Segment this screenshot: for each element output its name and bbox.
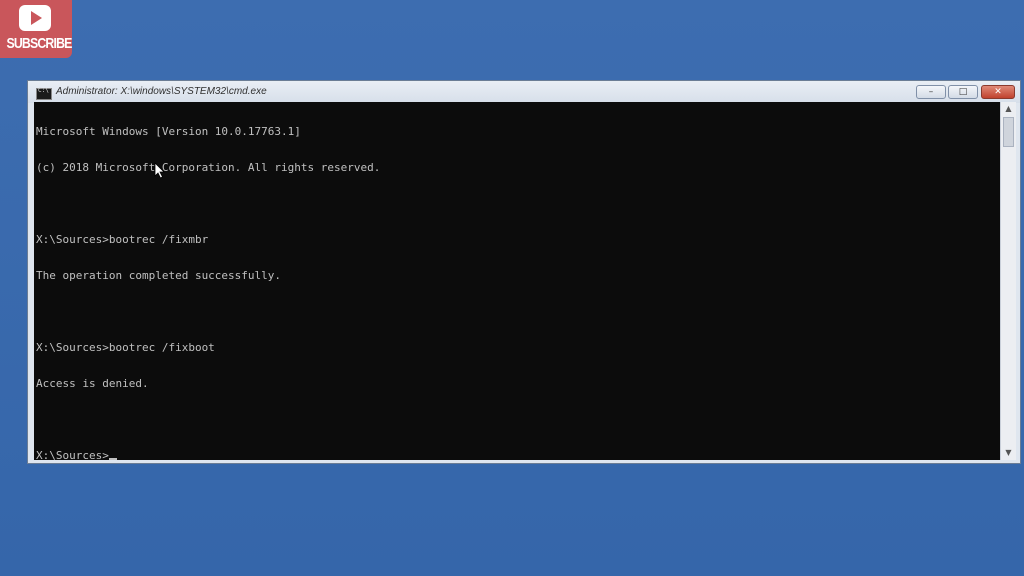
console-line: X:\Sources>bootrec /fixmbr — [36, 233, 209, 246]
play-icon — [19, 5, 51, 31]
cmd-icon[interactable] — [36, 87, 52, 100]
console-line: Microsoft Windows [Version 10.0.17763.1] — [36, 125, 301, 138]
subscribe-badge[interactable]: SUBSCRIBE — [0, 0, 72, 58]
command-prompt-line[interactable]: X:\Sources> — [36, 450, 380, 460]
cmd-window[interactable]: Administrator: X:\windows\SYSTEM32\cmd.e… — [27, 80, 1021, 464]
scroll-thumb[interactable] — [1003, 117, 1014, 147]
window-title: Administrator: X:\windows\SYSTEM32\cmd.e… — [56, 86, 267, 97]
maximize-button[interactable]: □ — [948, 85, 978, 99]
console-text: Microsoft Windows [Version 10.0.17763.1]… — [36, 102, 380, 460]
console-line: (c) 2018 Microsoft Corporation. All righ… — [36, 161, 381, 174]
close-button[interactable]: ✕ — [981, 85, 1015, 99]
mouse-pointer-icon — [154, 162, 165, 179]
minimize-button[interactable]: – — [916, 85, 946, 99]
subscribe-label: SUBSCRIBE — [6, 35, 72, 52]
console-output[interactable]: Microsoft Windows [Version 10.0.17763.1]… — [34, 102, 1000, 460]
console-line: X:\Sources>bootrec /fixboot — [36, 341, 215, 354]
maximize-icon: □ — [958, 87, 968, 97]
command-prompt: X:\Sources> — [36, 449, 109, 461]
text-cursor — [108, 458, 117, 460]
console-line: Access is denied. — [36, 377, 149, 390]
minimize-icon: – — [928, 87, 934, 97]
vertical-scrollbar[interactable]: ▲ ▼ — [1000, 102, 1016, 460]
scroll-down-icon[interactable]: ▼ — [1001, 446, 1016, 460]
window-titlebar[interactable]: Administrator: X:\windows\SYSTEM32\cmd.e… — [28, 81, 1020, 103]
scroll-up-icon[interactable]: ▲ — [1001, 102, 1016, 116]
desktop-background: SUBSCRIBE Administrator: X:\windows\SYST… — [0, 0, 1024, 576]
console-line: The operation completed successfully. — [36, 269, 282, 282]
close-icon: ✕ — [994, 87, 1002, 97]
